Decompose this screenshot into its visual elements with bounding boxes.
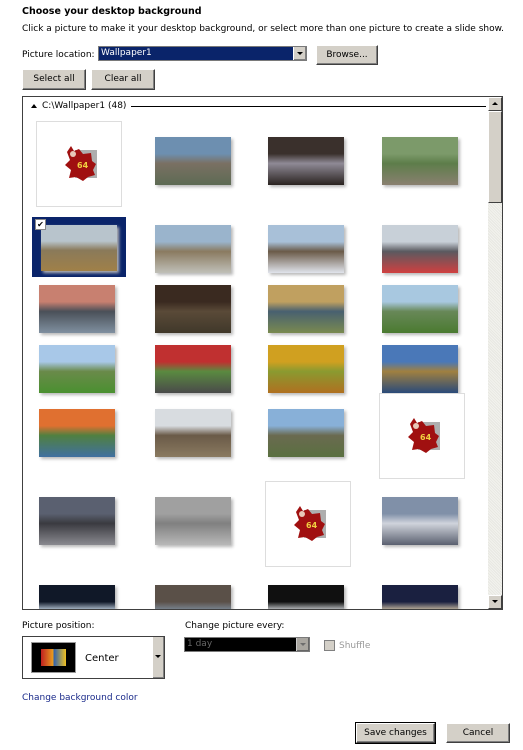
wallpaper-tile[interactable] (379, 479, 463, 563)
wallpaper-thumbnail (382, 225, 458, 273)
wallpaper-tile[interactable] (152, 479, 236, 563)
wallpaper-thumbnail (155, 497, 231, 545)
page-title: Choose your desktop background (22, 6, 202, 17)
change-background-color-link[interactable]: Change background color (22, 693, 138, 703)
svg-text:64: 64 (306, 521, 318, 530)
wallpaper-tile[interactable] (265, 567, 349, 609)
wallpaper-tile[interactable] (152, 391, 236, 475)
wallpaper-tile-icon[interactable]: 64 (265, 481, 351, 567)
change-interval-select[interactable]: 1 day (184, 637, 310, 652)
wallpaper-thumbnail (155, 345, 231, 393)
scroll-down-icon[interactable] (488, 595, 502, 609)
wallpaper-thumbnail (155, 409, 231, 457)
picture-location-label: Picture location: (22, 50, 95, 60)
scroll-up-icon[interactable] (488, 97, 502, 111)
wallpaper-thumbnail (39, 285, 115, 333)
wallpaper-tile[interactable] (265, 119, 349, 203)
wallpaper-thumbnail (155, 285, 231, 333)
svg-text:64: 64 (420, 433, 432, 442)
wallpaper-tile[interactable] (36, 479, 120, 563)
wallpaper-thumbnail (268, 409, 344, 457)
shuffle-label: Shuffle (339, 640, 371, 651)
wallpaper-tile[interactable] (152, 567, 236, 609)
collapse-icon[interactable] (31, 104, 37, 108)
picture-position-select[interactable]: Center (22, 636, 165, 679)
wallpaper-thumbnail (382, 345, 458, 393)
shuffle-checkbox[interactable]: Shuffle (324, 640, 370, 651)
wallpaper-thumbnail (155, 225, 231, 273)
wallpaper-thumbnail (268, 345, 344, 393)
wallpaper-tile[interactable] (36, 391, 120, 475)
wallpaper-thumbnail (268, 585, 344, 609)
checkbox-checked-icon[interactable]: ✔ (35, 219, 46, 230)
wallpaper-thumbnail (268, 137, 344, 185)
wallpaper-thumbnail (39, 345, 115, 393)
picture-gallery: C:\Wallpaper1 (48) 64 ✔ 64 64 (22, 96, 503, 610)
vertical-scrollbar[interactable] (488, 97, 502, 609)
browse-button[interactable]: Browse... (316, 45, 378, 65)
wallpaper-thumbnail (382, 137, 458, 185)
picture-location-select[interactable]: Wallpaper1 (98, 46, 307, 61)
puzzle-cat-icon: 64 (65, 146, 97, 181)
chevron-down-icon[interactable] (293, 47, 306, 60)
group-label: C:\Wallpaper1 (48) (42, 101, 127, 111)
wallpaper-tile[interactable] (379, 567, 463, 609)
wallpaper-thumbnail (382, 285, 458, 333)
chevron-down-icon[interactable] (296, 638, 309, 651)
wallpaper-tile-icon[interactable]: 64 (36, 121, 122, 207)
wallpaper-thumbnail (39, 497, 115, 545)
wallpaper-tile-icon[interactable]: 64 (379, 393, 465, 479)
picture-position-value: Center (85, 653, 119, 664)
puzzle-cat-icon: 64 (294, 506, 326, 541)
wallpaper-tile[interactable] (265, 391, 349, 475)
wallpaper-thumbnail (268, 225, 344, 273)
group-divider (131, 105, 486, 107)
position-preview-image (31, 642, 76, 673)
page-subtitle: Click a picture to make it your desktop … (22, 24, 505, 34)
wallpaper-tile[interactable] (36, 567, 120, 609)
wallpaper-tile[interactable] (152, 119, 236, 203)
wallpaper-thumbnail (41, 225, 117, 271)
group-header[interactable]: C:\Wallpaper1 (48) (31, 101, 486, 111)
wallpaper-thumbnail (382, 585, 458, 609)
wallpaper-thumbnail (39, 585, 115, 609)
change-interval-value: 1 day (187, 639, 213, 649)
wallpaper-thumbnail (382, 497, 458, 545)
wallpaper-tile[interactable] (379, 119, 463, 203)
picture-position-label: Picture position: (22, 621, 95, 631)
save-changes-button[interactable]: Save changes (355, 722, 436, 744)
wallpaper-thumbnail (155, 137, 231, 185)
clear-all-button[interactable]: Clear all (91, 69, 155, 90)
change-interval-label: Change picture every: (185, 621, 285, 631)
checkbox-icon[interactable] (324, 640, 335, 651)
scrollbar-thumb[interactable] (488, 111, 502, 203)
picture-location-value: Wallpaper1 (101, 48, 152, 58)
puzzle-cat-icon: 64 (408, 418, 440, 453)
wallpaper-thumbnail (39, 409, 115, 457)
wallpaper-thumbnail (268, 285, 344, 333)
select-all-button[interactable]: Select all (22, 69, 86, 90)
wallpaper-thumbnail (155, 585, 231, 609)
svg-text:64: 64 (77, 161, 89, 170)
cancel-button[interactable]: Cancel (446, 723, 510, 743)
chevron-down-icon[interactable] (152, 637, 164, 678)
